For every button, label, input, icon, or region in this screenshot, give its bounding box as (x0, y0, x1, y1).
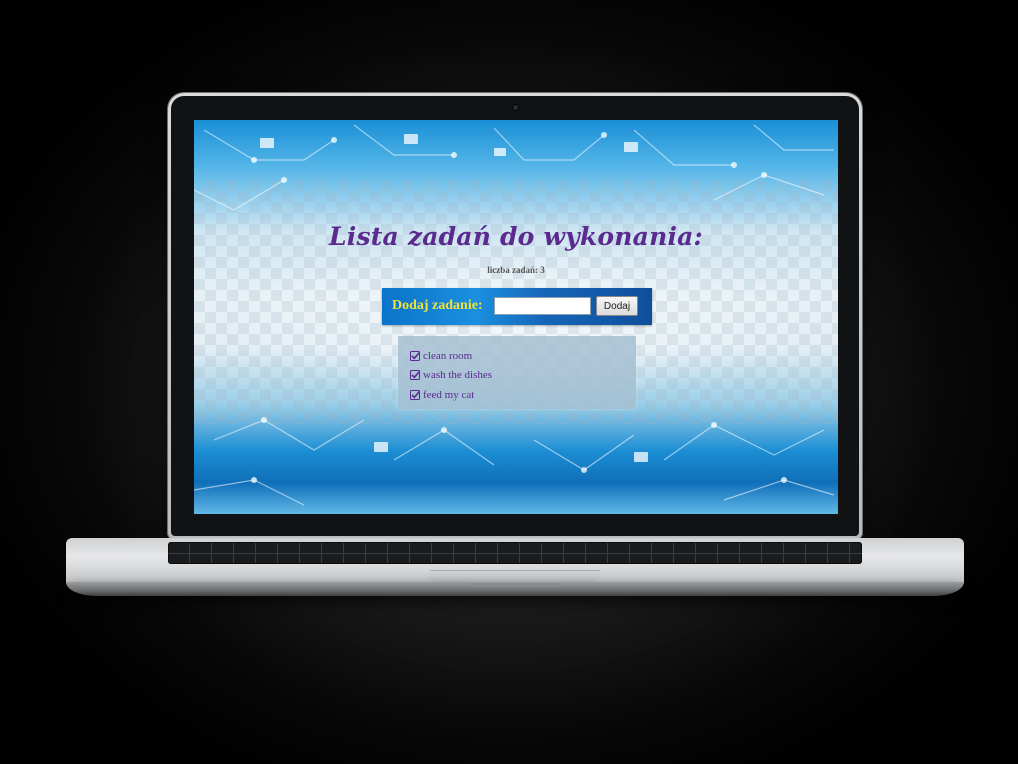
task-item[interactable]: clean room (410, 346, 492, 366)
task-list: clean room wash the dishes feed my cat (410, 346, 492, 405)
add-task-label: Dodaj zadanie: (392, 298, 483, 313)
checkbox-checked-icon[interactable] (410, 350, 420, 361)
task-item[interactable]: wash the dishes (410, 366, 492, 386)
task-label: wash the dishes (423, 369, 493, 382)
app-screen: Lista zadań do wykonania: liczba zadań: … (194, 120, 838, 514)
checkbox-checked-icon[interactable] (410, 370, 420, 381)
task-count: liczba zadań: 3 (487, 265, 545, 275)
webcam (513, 105, 518, 110)
task-input[interactable] (494, 297, 591, 315)
add-task-button[interactable]: Dodaj (596, 296, 638, 316)
laptop-lid: Lista zadań do wykonania: liczba zadań: … (168, 93, 862, 539)
task-item[interactable]: feed my cat (410, 385, 492, 405)
trackpad-edge (430, 570, 600, 582)
add-task-form: Dodaj zadanie: Dodaj (382, 288, 652, 325)
checkbox-checked-icon[interactable] (410, 389, 420, 400)
task-list-panel: clean room wash the dishes feed my cat (398, 336, 636, 409)
lid-notch (470, 583, 560, 587)
task-label: feed my cat (423, 388, 475, 401)
keyboard-row-divider (168, 553, 862, 554)
task-label: clean room (423, 349, 473, 362)
page-title: Lista zadań do wykonania: (329, 222, 703, 251)
